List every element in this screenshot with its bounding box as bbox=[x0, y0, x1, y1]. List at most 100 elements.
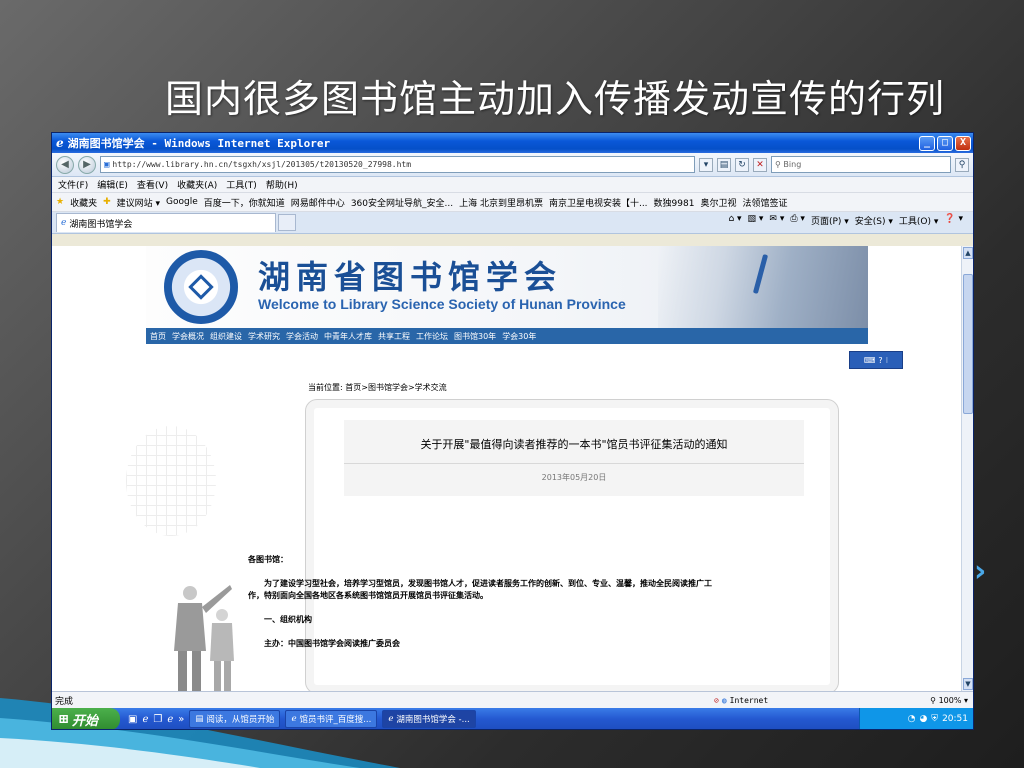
tray-icon[interactable]: ◔ bbox=[908, 714, 916, 724]
start-label: 开始 bbox=[71, 713, 98, 729]
taskbar-item[interactable]: ℯ 馆员书评_百度搜... bbox=[285, 710, 378, 728]
favorites-bar: ★ 收藏夹 ✚ 建议网站 ▾ Google 百度一下，你就知道 网易邮件中心 3… bbox=[52, 193, 973, 212]
maximize-button[interactable]: □ bbox=[937, 135, 953, 151]
start-button[interactable]: ⊞ 开始 bbox=[52, 708, 120, 729]
mail-icon[interactable]: ✉ ▾ bbox=[769, 214, 784, 227]
status-bar: 完成 ⊘ ◍ Internet ⚲ 100% ▾ bbox=[52, 691, 973, 708]
url-text: http://www.library.hn.cn/tsgxh/xsjl/2013… bbox=[112, 160, 412, 169]
forward-button[interactable]: ▶ bbox=[78, 155, 96, 174]
scroll-up-arrow-icon[interactable]: ▲ bbox=[963, 247, 973, 259]
shield-icon[interactable]: ⛨ bbox=[931, 714, 938, 724]
zone-label: Internet bbox=[729, 695, 769, 705]
menu-view[interactable]: 查看(V) bbox=[137, 178, 168, 191]
divider bbox=[344, 463, 804, 464]
nav-sharing[interactable]: 共享工程 bbox=[378, 331, 410, 342]
url-dropdown-icon[interactable]: ▾ bbox=[699, 157, 713, 172]
ie-icon: ℯ bbox=[388, 714, 394, 724]
status-text: 完成 bbox=[55, 696, 74, 707]
back-button[interactable]: ◀ bbox=[56, 155, 74, 174]
tab-label: 湖南图书馆学会 bbox=[69, 219, 133, 230]
ime-menu-icon[interactable]: ⁝ bbox=[886, 356, 889, 365]
compat-view-icon[interactable]: ▤ bbox=[717, 157, 731, 172]
taskbar-item-label: 湖南图书馆学会 -... bbox=[396, 715, 470, 725]
fav-item[interactable]: 法领馆签证 bbox=[742, 196, 787, 209]
article-body: 各图书馆： 为了建设学习型社会，培养学习型馆员，发现图书馆人才，促进读者服务工作… bbox=[248, 554, 718, 662]
scroll-down-arrow-icon[interactable]: ▼ bbox=[963, 678, 973, 690]
url-input[interactable]: ▣ http://www.library.hn.cn/tsgxh/xsjl/20… bbox=[100, 156, 695, 173]
tray-icon[interactable]: ◕ bbox=[919, 714, 927, 724]
nav-about[interactable]: 学会概况 bbox=[172, 331, 204, 342]
fav-item[interactable]: 数独9981 bbox=[654, 196, 695, 209]
tab-bar: ℯ 湖南图书馆学会 ⌂ ▾ ▧ ▾ ✉ ▾ ⎙ ▾ 页面(P) ▾ 安全(S) … bbox=[52, 212, 973, 234]
menu-favorites[interactable]: 收藏夹(A) bbox=[177, 178, 217, 191]
nav-talent[interactable]: 中青年人才库 bbox=[324, 331, 372, 342]
nav-home[interactable]: 首页 bbox=[150, 331, 166, 342]
article-header: 关于开展"最值得向读者推荐的一本书"馆员书评征集活动的通知 2013年05月20… bbox=[344, 420, 804, 496]
fav-item[interactable]: 百度一下，你就知道 bbox=[204, 196, 285, 209]
site-banner: 湖南省图书馆学会 Welcome to Library Science Soci… bbox=[146, 246, 868, 328]
fav-item[interactable]: 奥尔卫视 bbox=[700, 196, 736, 209]
article-title: 关于开展"最值得向读者推荐的一本书"馆员书评征集活动的通知 bbox=[420, 438, 728, 451]
stop-icon[interactable]: ✕ bbox=[753, 157, 767, 172]
windows-logo-icon: ⊞ bbox=[58, 711, 69, 727]
fav-item[interactable]: 上海 北京到里昂机票 bbox=[459, 196, 543, 209]
quicklaunch-app-icon[interactable]: ▣ bbox=[128, 714, 137, 725]
nav-library-30[interactable]: 图书馆30年 bbox=[454, 331, 496, 342]
refresh-icon[interactable]: ↻ bbox=[735, 157, 749, 172]
cmd-safety[interactable]: 安全(S) ▾ bbox=[855, 214, 893, 227]
security-zone[interactable]: ⊘ ◍ Internet bbox=[714, 696, 864, 705]
fav-item[interactable]: 360安全网址导航_安全... bbox=[351, 196, 453, 209]
next-slide-arrow-icon[interactable]: › bbox=[974, 557, 996, 587]
add-favorite-icon[interactable]: ✚ bbox=[103, 197, 111, 207]
favorites-button[interactable]: 收藏夹 bbox=[70, 196, 97, 209]
quicklaunch-app-icon[interactable]: ❐ bbox=[153, 714, 162, 725]
quicklaunch-app-icon[interactable]: ℯ bbox=[167, 714, 173, 725]
vertical-scrollbar[interactable]: ▲ ▼ bbox=[961, 246, 973, 691]
nav-activities[interactable]: 学会活动 bbox=[286, 331, 318, 342]
nav-forum[interactable]: 工作论坛 bbox=[416, 331, 448, 342]
menu-edit[interactable]: 编辑(E) bbox=[97, 178, 128, 191]
home-icon[interactable]: ⌂ ▾ bbox=[728, 214, 741, 227]
quicklaunch-more-icon[interactable]: » bbox=[178, 714, 184, 725]
keyboard-icon[interactable]: ⌨ bbox=[864, 356, 876, 365]
search-go-icon[interactable]: ⚲ bbox=[955, 157, 969, 172]
close-button[interactable]: X bbox=[955, 135, 971, 151]
taskbar-item[interactable]: ▤ 阅读，从馆员开始 bbox=[189, 710, 281, 728]
nav-society-30[interactable]: 学会30年 bbox=[502, 331, 536, 342]
feeds-icon[interactable]: ▧ ▾ bbox=[748, 214, 764, 227]
new-tab-button[interactable] bbox=[278, 214, 296, 231]
help-icon[interactable]: ❓ ▾ bbox=[944, 214, 963, 227]
search-input[interactable]: ⚲ Bing bbox=[771, 156, 951, 173]
cmd-tools[interactable]: 工具(O) ▾ bbox=[899, 214, 939, 227]
article-paragraph: 为了建设学习型社会，培养学习型馆员，发现图书馆人才，促进读者服务工作的创新、到位… bbox=[248, 579, 712, 600]
blocked-icon: ⊘ bbox=[714, 695, 719, 705]
taskbar-item-active[interactable]: ℯ 湖南图书馆学会 -... bbox=[382, 710, 476, 728]
print-icon[interactable]: ⎙ ▾ bbox=[790, 214, 805, 227]
fav-item[interactable]: Google bbox=[166, 197, 198, 207]
nav-research[interactable]: 学术研究 bbox=[248, 331, 280, 342]
ime-help-icon[interactable]: ? bbox=[878, 356, 882, 365]
article-salutation: 各图书馆： bbox=[248, 555, 288, 564]
ime-toolbar[interactable]: ⌨ ? ⁝ bbox=[849, 351, 903, 369]
command-bar: ⌂ ▾ ▧ ▾ ✉ ▾ ⎙ ▾ 页面(P) ▾ 安全(S) ▾ 工具(O) ▾ … bbox=[728, 214, 963, 227]
tab-hunan-library[interactable]: ℯ 湖南图书馆学会 bbox=[56, 213, 276, 232]
nav-organization[interactable]: 组织建设 bbox=[210, 331, 242, 342]
minimize-button[interactable]: _ bbox=[919, 135, 935, 151]
quick-launch: ▣ ℯ ❐ ℯ » bbox=[128, 714, 184, 725]
clock: 20:51 bbox=[942, 714, 968, 724]
fav-item[interactable]: 网易邮件中心 bbox=[291, 196, 345, 209]
article-date: 2013年05月20日 bbox=[541, 473, 607, 482]
menu-tools[interactable]: 工具(T) bbox=[226, 178, 257, 191]
menu-help[interactable]: 帮助(H) bbox=[266, 178, 298, 191]
zoom-control[interactable]: ⚲ 100% ▾ bbox=[864, 696, 973, 705]
fav-item[interactable]: 南京卫星电视安装【十... bbox=[549, 196, 648, 209]
favorites-star-icon: ★ bbox=[56, 197, 65, 207]
business-people-illustration bbox=[174, 585, 234, 691]
society-logo bbox=[164, 250, 238, 324]
menu-file[interactable]: 文件(F) bbox=[58, 178, 88, 191]
site-navbar: 首页 学会概况 组织建设 学术研究 学会活动 中青年人才库 共享工程 工作论坛 … bbox=[146, 328, 868, 344]
cmd-page[interactable]: 页面(P) ▾ bbox=[811, 214, 849, 227]
scroll-thumb[interactable] bbox=[963, 274, 973, 414]
quicklaunch-ie-icon[interactable]: ℯ bbox=[142, 714, 148, 725]
fav-item[interactable]: 建议网站 ▾ bbox=[117, 196, 160, 209]
